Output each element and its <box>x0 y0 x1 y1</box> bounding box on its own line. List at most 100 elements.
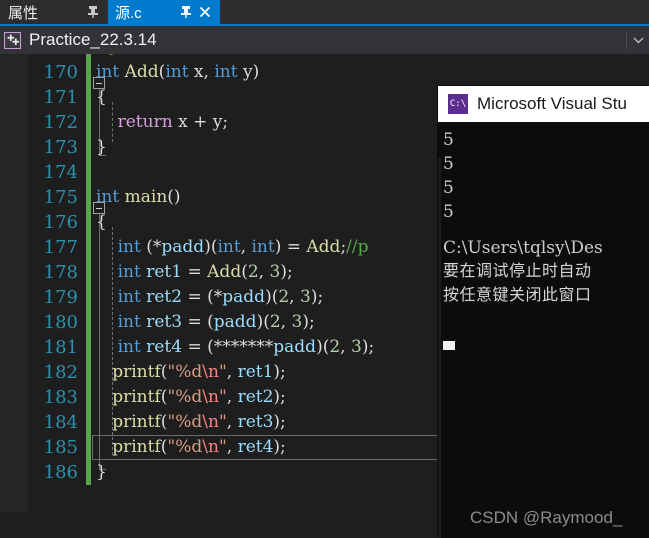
code-token: )( <box>316 337 330 357</box>
code-token: " <box>218 387 227 407</box>
code-text: printf("%d\n", ret2); <box>96 385 286 410</box>
console-icon-glyph: C:\ <box>449 98 467 109</box>
code-token: 3 <box>299 287 311 307</box>
code-token: = <box>182 262 208 282</box>
code-token: (* <box>140 237 162 257</box>
code-token: ret1 <box>237 362 274 382</box>
code-token: printf <box>112 387 161 407</box>
code-token: ret1 <box>146 262 183 282</box>
navbar-divider <box>626 30 627 50</box>
code-token: ret3 <box>237 412 274 432</box>
line-number: 172 <box>43 112 78 133</box>
pin-icon[interactable] <box>86 4 100 20</box>
code-token: , <box>226 412 238 432</box>
cpp-project-icon: ✚ ✚ <box>4 31 21 49</box>
console-output-line: 5 <box>443 154 454 174</box>
code-token: main <box>124 187 168 207</box>
code-token: "%d <box>167 412 203 432</box>
code-token: , <box>340 337 351 357</box>
line-number: 179 <box>43 287 78 308</box>
line-number: 183 <box>43 387 78 408</box>
code-token: 3 <box>269 262 281 282</box>
code-token: ret2 <box>146 287 183 307</box>
code-token: int <box>117 287 141 307</box>
code-token: " <box>218 412 227 432</box>
current-line-highlight <box>92 435 440 460</box>
code-token: //p <box>346 237 369 257</box>
code-token: ); <box>302 312 315 332</box>
change-bar <box>86 335 91 360</box>
pin-icon[interactable] <box>179 4 193 20</box>
code-text: int main() <box>96 185 181 210</box>
visual-studio-window: 属性 源.c ✚ ✚ Practice_22.3.14 170 int Add(… <box>0 0 649 538</box>
console-window[interactable]: C:\ Microsoft Visual Stu 5 5 5 5 C:\User… <box>438 86 649 538</box>
code-text: } <box>96 135 107 160</box>
watermark-label: CSDN @Raymood_ <box>470 508 623 527</box>
code-token: ); <box>310 287 324 307</box>
code-token: 3 <box>291 312 303 332</box>
console-output-line: 5 <box>443 178 454 198</box>
code-text: int ret4 = (*******padd)(2, 3); <box>96 335 375 360</box>
code-token: \n <box>202 387 219 407</box>
line-number: 184 <box>43 412 78 433</box>
console-output-line: 5 <box>443 202 454 222</box>
line-number: 176 <box>43 212 78 233</box>
tab-properties[interactable]: 属性 <box>0 0 108 24</box>
code-token: return <box>117 112 173 132</box>
change-bar <box>86 235 91 260</box>
console-output-area[interactable]: 5 5 5 5 C:\Users\tqlsy\Des 要在调试停止时自动 按任意… <box>438 122 649 538</box>
change-bar <box>86 60 91 85</box>
line-number: 186 <box>43 462 78 483</box>
code-text: } <box>96 460 107 485</box>
code-token: \n <box>202 362 219 382</box>
line-number: 174 <box>43 162 78 183</box>
tab-source-c[interactable]: 源.c <box>108 0 220 24</box>
code-text: int ret3 = (padd)(2, 3); <box>96 310 315 335</box>
code-token: } <box>96 462 107 482</box>
change-bar <box>86 260 91 285</box>
code-token: Add <box>207 262 242 282</box>
code-token: () <box>167 187 181 207</box>
console-title-bar[interactable]: C:\ Microsoft Visual Stu <box>438 86 649 122</box>
code-text: printf("%d\n", ret3); <box>96 410 286 435</box>
code-token: x + y; <box>172 112 229 132</box>
change-bar <box>86 210 91 235</box>
code-token: padd <box>213 312 257 332</box>
code-token: } <box>96 137 107 157</box>
code-token: , <box>258 262 270 282</box>
code-token: ) = <box>274 237 307 257</box>
code-text: printf("%d\n", ret1); <box>96 360 286 385</box>
code-token: ret2 <box>237 387 274 407</box>
change-bar <box>86 185 91 210</box>
console-path-line: C:\Users\tqlsy\Des <box>443 238 603 258</box>
code-token: = (******* <box>182 337 274 357</box>
code-token: \n <box>202 412 219 432</box>
chevron-down-icon[interactable] <box>627 26 649 54</box>
code-text: { <box>96 210 107 235</box>
code-token: ); <box>361 337 375 357</box>
code-token: )( <box>204 237 218 257</box>
code-token: , <box>289 287 300 307</box>
code-text: return x + y; <box>96 110 228 135</box>
line-number: 173 <box>43 137 78 158</box>
console-title-label: Microsoft Visual Stu <box>477 94 627 113</box>
code-token: 2 <box>269 312 281 332</box>
line-number: 170 <box>43 62 78 83</box>
close-icon[interactable] <box>197 4 213 20</box>
code-token: " <box>218 362 227 382</box>
code-line[interactable]: 170 int Add(int x, int y) <box>0 60 649 85</box>
change-bar <box>86 110 91 135</box>
change-bar <box>86 85 91 110</box>
console-output-line: 5 <box>443 130 454 150</box>
code-token: int <box>117 237 141 257</box>
change-bar <box>86 410 91 435</box>
editor-bottom-fill <box>0 512 440 538</box>
code-token: = (* <box>182 287 223 307</box>
code-token: padd <box>222 287 266 307</box>
line-number: 180 <box>43 312 78 333</box>
